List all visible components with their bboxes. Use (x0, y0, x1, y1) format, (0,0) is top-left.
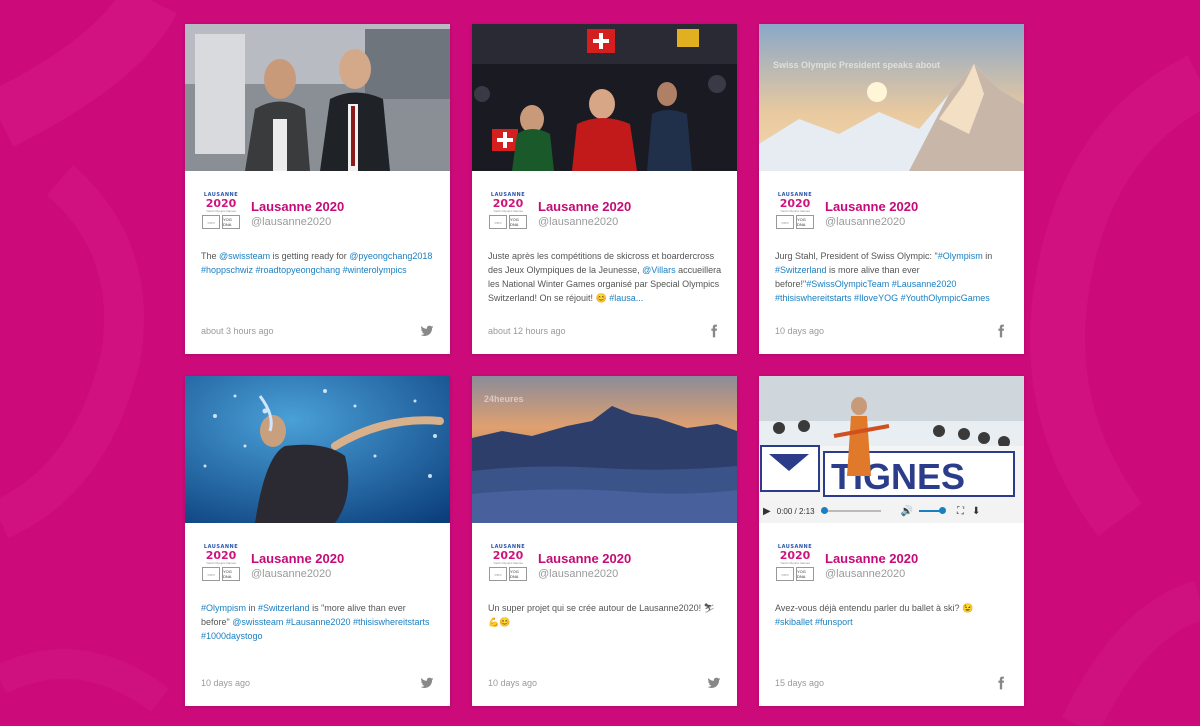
post-text-fragment: in (246, 603, 259, 613)
post-link[interactable]: #Olympism (938, 251, 983, 261)
author-name[interactable]: Lausanne 2020 (251, 551, 344, 567)
post-link[interactable]: #funsport (815, 617, 853, 627)
post-image[interactable] (472, 24, 737, 171)
post-text-fragment: in (982, 251, 993, 261)
author-handle[interactable]: @lausanne2020 (251, 567, 344, 581)
author-name[interactable]: Lausanne 2020 (251, 199, 344, 215)
post-link[interactable]: @swissteam (219, 251, 270, 261)
play-icon[interactable]: ▶ (763, 506, 771, 517)
post-time: about 12 hours ago (488, 326, 566, 336)
post-time: 10 days ago (775, 326, 825, 336)
post-image[interactable]: Swiss Olympic President speaks about (759, 24, 1024, 171)
twitter-icon[interactable] (420, 324, 434, 338)
author-handle[interactable]: @lausanne2020 (538, 215, 631, 229)
media-caption: Swiss Olympic President speaks about (773, 60, 941, 70)
post-link[interactable]: #Switzerland (775, 265, 827, 275)
post-link[interactable]: #Olympism (201, 603, 246, 613)
post-text-fragment: is getting ready for (270, 251, 350, 261)
post-link[interactable]: #Switzerland (258, 603, 310, 613)
post-text: The @swissteam is getting ready for @pye… (201, 249, 436, 277)
post-video[interactable]: TIGNES ▶ 0:00 / 2:13 🔊 ⛶ ⬇ (759, 376, 1024, 523)
post-text-fragment: Jurg Stahl, President of Swiss Olympic: … (775, 251, 938, 261)
post-text: Juste après les compétitions de skicross… (488, 249, 723, 305)
post-text-fragment: Un super projet qui se crée autour de La… (488, 603, 716, 627)
post-link[interactable]: #roadtopyeongchang (256, 265, 341, 275)
author-handle[interactable]: @lausanne2020 (825, 215, 918, 229)
post-card[interactable]: LAUSANNE 2020 Youth Olympic Games ○○○ YOG… (185, 376, 450, 706)
post-text-fragment: Avez-vous déjà entendu parler du ballet … (775, 603, 974, 613)
post-link[interactable]: #Lausanne2020 (892, 279, 957, 289)
post-link[interactable]: #YouthOlympicGames (901, 293, 990, 303)
twitter-icon[interactable] (420, 676, 434, 690)
facebook-icon[interactable] (994, 676, 1008, 690)
post-author: LAUSANNE 2020 Youth Olympic Games ○○○ YOG… (201, 192, 344, 236)
post-time: 15 days ago (775, 678, 825, 688)
post-link[interactable]: #Lausanne2020 (286, 617, 351, 627)
post-text: Un super projet qui se crée autour de La… (488, 601, 723, 629)
post-link[interactable]: #skiballet (775, 617, 813, 627)
post-link[interactable]: #winterolympics (343, 265, 407, 275)
post-card[interactable]: Swiss Olympic President speaks about LAU… (759, 24, 1024, 354)
post-card[interactable]: 24heures LAUSANNE 2020 Youth Olympic Gam… (472, 376, 737, 706)
download-icon[interactable]: ⬇ (972, 506, 980, 517)
post-author: LAUSANNE 2020 Youth Olympic Games ○○○ YOG… (488, 544, 631, 588)
post-author: LAUSANNE 2020 Youth Olympic Games ○○○ YOG… (775, 192, 918, 236)
author-name[interactable]: Lausanne 2020 (538, 551, 631, 567)
lausanne-2020-logo: LAUSANNE 2020 Youth Olympic Games ○○○ YOG… (489, 192, 527, 229)
post-card[interactable]: TIGNES ▶ 0:00 / 2:13 🔊 ⛶ ⬇ LAUSANNE 2020… (759, 376, 1024, 706)
post-link[interactable]: #1000daystogo (201, 631, 263, 641)
post-text: #Olympism in #Switzerland is "more alive… (201, 601, 436, 643)
author-name[interactable]: Lausanne 2020 (538, 199, 631, 215)
post-time: 10 days ago (488, 678, 538, 688)
post-text-fragment: The (201, 251, 220, 261)
fullscreen-icon[interactable]: ⛶ (957, 506, 964, 517)
post-card[interactable]: LAUSANNE 2020 Youth Olympic Games ○○○ YOG… (472, 24, 737, 354)
author-handle[interactable]: @lausanne2020 (251, 215, 344, 229)
lausanne-2020-logo: LAUSANNE 2020 Youth Olympic Games ○○○ YOG… (202, 544, 240, 581)
post-link[interactable]: @swissteam (232, 617, 283, 627)
post-link[interactable]: #thisiswhereitstarts (353, 617, 430, 627)
author-handle[interactable]: @lausanne2020 (538, 567, 631, 581)
post-author: LAUSANNE 2020 Youth Olympic Games ○○○ YOG… (488, 192, 631, 236)
video-time: 0:00 / 2:13 (776, 506, 815, 516)
lausanne-2020-logo: LAUSANNE 2020 Youth Olympic Games ○○○ YOG… (776, 192, 814, 229)
video-player-controls: ▶ 0:00 / 2:13 🔊 ⛶ ⬇ (759, 499, 1024, 523)
post-link[interactable]: @Villars (642, 265, 675, 275)
post-image[interactable] (185, 376, 450, 523)
post-link[interactable]: #hoppschwiz (201, 265, 253, 275)
post-link[interactable]: #lausa... (609, 293, 643, 303)
post-image[interactable]: 24heures (472, 376, 737, 523)
facebook-icon[interactable] (707, 324, 721, 338)
post-time: 10 days ago (201, 678, 251, 688)
author-name[interactable]: Lausanne 2020 (825, 551, 918, 567)
post-text: Jurg Stahl, President of Swiss Olympic: … (775, 249, 1010, 305)
post-text: Avez-vous déjà entendu parler du ballet … (775, 601, 1010, 629)
author-name[interactable]: Lausanne 2020 (825, 199, 918, 215)
lausanne-2020-logo: LAUSANNE 2020 Youth Olympic Games ○○○ YOG… (776, 544, 814, 581)
volume-slider[interactable] (918, 507, 946, 514)
lausanne-2020-logo: LAUSANNE 2020 Youth Olympic Games ○○○ YOG… (489, 544, 527, 581)
author-handle[interactable]: @lausanne2020 (825, 567, 918, 581)
seek-bar[interactable] (820, 507, 881, 514)
post-link[interactable]: #SwissOlympicTeam (806, 279, 889, 289)
media-caption: 24heures (484, 394, 524, 404)
lausanne-2020-logo: LAUSANNE 2020 Youth Olympic Games ○○○ YOG… (202, 192, 240, 229)
post-grid: LAUSANNE 2020 Youth Olympic Games ○○○ YOG… (185, 24, 1024, 706)
post-time: about 3 hours ago (201, 326, 274, 336)
post-image[interactable] (185, 24, 450, 171)
post-author: LAUSANNE 2020 Youth Olympic Games ○○○ YOG… (775, 544, 918, 588)
post-link[interactable]: @pyeongchang2018 (349, 251, 432, 261)
twitter-icon[interactable] (707, 676, 721, 690)
post-link[interactable]: #thisiswhereitstarts (775, 293, 852, 303)
post-card[interactable]: LAUSANNE 2020 Youth Olympic Games ○○○ YOG… (185, 24, 450, 354)
post-author: LAUSANNE 2020 Youth Olympic Games ○○○ YOG… (201, 544, 344, 588)
post-link[interactable]: #IloveYOG (854, 293, 898, 303)
facebook-icon[interactable] (994, 324, 1008, 338)
volume-icon[interactable]: 🔊 (901, 506, 913, 517)
